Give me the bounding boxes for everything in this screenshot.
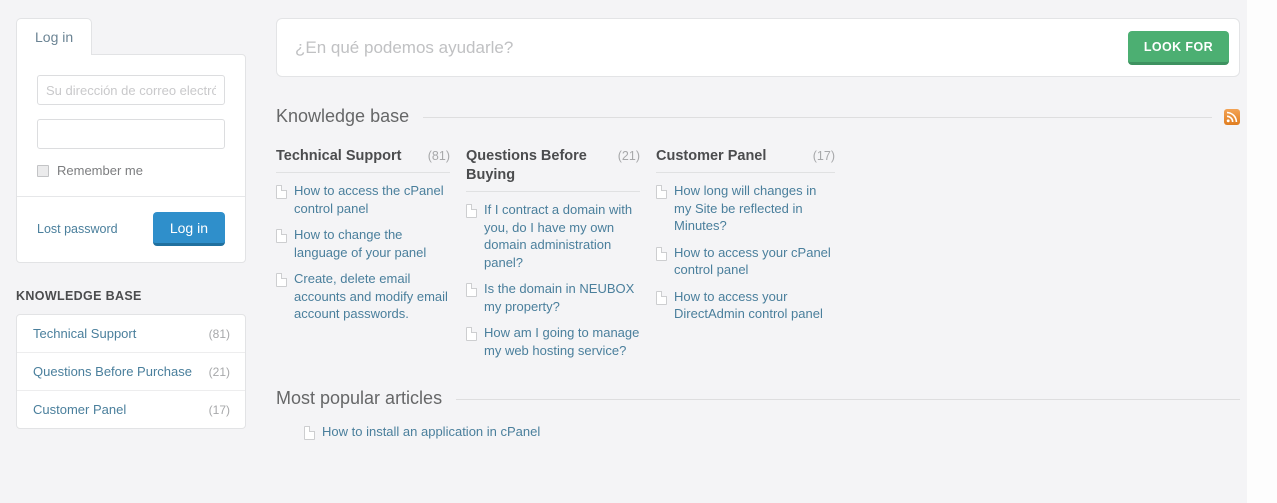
kb-column-divider bbox=[656, 172, 835, 173]
kb-column-count: (17) bbox=[812, 149, 835, 163]
kb-article-label: How am I going to manage my web hosting … bbox=[484, 325, 640, 358]
popular-article-list: How to install an application in cPanel bbox=[276, 423, 1240, 441]
search-input[interactable] bbox=[291, 37, 1128, 58]
sidebar-item-count: (17) bbox=[208, 402, 230, 417]
document-icon bbox=[466, 283, 477, 297]
list-item[interactable]: How am I going to manage my web hosting … bbox=[466, 324, 640, 359]
list-item[interactable]: How to install an application in cPanel bbox=[304, 423, 1240, 441]
page-title: Knowledge base bbox=[276, 106, 410, 126]
search-button[interactable]: LOOK FOR bbox=[1127, 30, 1229, 65]
list-item[interactable]: Create, delete email accounts and modify… bbox=[276, 270, 450, 323]
rss-icon[interactable] bbox=[1224, 108, 1240, 125]
main-content: LOOK FOR Knowledge base Technical Suppor… bbox=[276, 18, 1240, 450]
popular-section-title: Most popular articles bbox=[276, 388, 443, 408]
kb-column-header[interactable]: Technical Support (81) bbox=[276, 147, 466, 166]
popular-section-header: Most popular articles bbox=[276, 388, 1240, 409]
sidebar-item-questions-before-purchase[interactable]: Questions Before Purchase (21) bbox=[17, 353, 245, 391]
kb-article-label: How to install an application in cPanel bbox=[322, 424, 541, 439]
sidebar-item-technical-support[interactable]: Technical Support (81) bbox=[17, 315, 245, 353]
list-item[interactable]: If I contract a domain with you, do I ha… bbox=[466, 201, 640, 271]
sidebar-heading: KNOWLEDGE BASE bbox=[16, 289, 142, 303]
document-icon bbox=[656, 290, 667, 305]
list-item[interactable]: Is the domain in NEUBOX my property? bbox=[466, 280, 640, 315]
header-divider bbox=[423, 117, 1212, 118]
document-icon bbox=[304, 426, 315, 440]
kb-column-title: Customer Panel bbox=[656, 148, 767, 164]
list-item[interactable]: How to access your cPanel control panel bbox=[656, 244, 835, 279]
sidebar-item-label: Questions Before Purchase bbox=[33, 364, 192, 379]
sidebar-item-count: (21) bbox=[208, 364, 230, 379]
popular-divider bbox=[456, 399, 1240, 400]
list-item[interactable]: How to access your DirectAdmin control p… bbox=[656, 288, 835, 323]
kb-article-label: How to change the language of your panel bbox=[294, 227, 427, 260]
knowledge-base-columns: Technical Support (81) How to access the… bbox=[276, 147, 1240, 368]
document-icon bbox=[276, 229, 287, 243]
sidebar: Log in Remember me Lost password Log in … bbox=[16, 18, 246, 429]
document-icon bbox=[656, 185, 667, 199]
remember-me-checkbox[interactable] bbox=[37, 164, 49, 177]
sidebar-item-label: Customer Panel bbox=[33, 402, 127, 417]
tab-login[interactable]: Log in bbox=[16, 18, 93, 55]
page-right-gutter bbox=[1247, 0, 1277, 503]
kb-column-title: Questions Before Buying bbox=[466, 148, 587, 183]
kb-article-label: How long will changes in my Site be refl… bbox=[674, 183, 817, 233]
kb-column-divider bbox=[276, 172, 450, 173]
kb-column-count: (21) bbox=[617, 149, 640, 163]
list-item[interactable]: How to change the language of your panel bbox=[276, 226, 450, 261]
document-icon bbox=[276, 273, 287, 287]
login-card: Remember me Lost password Log in bbox=[16, 54, 246, 263]
kb-article-list: If I contract a domain with you, do I ha… bbox=[466, 201, 656, 359]
search-bar: LOOK FOR bbox=[276, 18, 1240, 77]
kb-article-label: Create, delete email accounts and modify… bbox=[294, 271, 448, 321]
kb-column-questions-before-buying: Questions Before Buying (21) If I contra… bbox=[466, 147, 656, 368]
login-form: Remember me bbox=[17, 55, 245, 196]
login-button[interactable]: Log in bbox=[152, 211, 225, 246]
document-icon bbox=[466, 204, 477, 218]
login-card-footer: Lost password Log in bbox=[17, 196, 245, 262]
kb-column-customer-panel: Customer Panel (17) How long will change… bbox=[656, 147, 851, 368]
document-icon bbox=[276, 185, 287, 199]
document-icon bbox=[656, 246, 667, 261]
kb-article-label: Is the domain in NEUBOX my property? bbox=[484, 281, 635, 314]
remember-me-label: Remember me bbox=[57, 163, 143, 178]
kb-column-divider bbox=[466, 191, 640, 192]
remember-me-row[interactable]: Remember me bbox=[37, 163, 225, 178]
kb-column-count: (81) bbox=[427, 149, 450, 163]
sidebar-knowledge-base-list: Technical Support (81) Questions Before … bbox=[16, 314, 246, 429]
sidebar-item-label: Technical Support bbox=[33, 326, 137, 341]
kb-column-header[interactable]: Questions Before Buying (21) bbox=[466, 147, 656, 185]
kb-article-label: How to access your DirectAdmin control p… bbox=[674, 288, 823, 322]
list-item[interactable]: How long will changes in my Site be refl… bbox=[656, 182, 835, 235]
login-tab-strip: Log in bbox=[16, 18, 246, 55]
kb-column-title: Technical Support bbox=[276, 148, 402, 164]
list-item[interactable]: How to access the cPanel control panel bbox=[276, 182, 450, 217]
most-popular-articles-section: Most popular articles How to install an … bbox=[276, 388, 1240, 441]
kb-article-list: How to access the cPanel control panel H… bbox=[276, 182, 466, 323]
kb-article-label: How to access your cPanel control panel bbox=[674, 244, 831, 278]
email-field[interactable] bbox=[37, 75, 225, 105]
document-icon bbox=[466, 327, 477, 341]
knowledge-base-section-header: Knowledge base bbox=[276, 106, 1240, 127]
lost-password-link[interactable]: Lost password bbox=[37, 222, 118, 236]
password-field[interactable] bbox=[37, 119, 225, 149]
kb-article-label: If I contract a domain with you, do I ha… bbox=[484, 202, 633, 270]
kb-column-header[interactable]: Customer Panel (17) bbox=[656, 147, 851, 166]
sidebar-item-count: (81) bbox=[208, 326, 230, 341]
kb-column-technical-support: Technical Support (81) How to access the… bbox=[276, 147, 466, 368]
kb-article-list: How long will changes in my Site be refl… bbox=[656, 182, 851, 323]
sidebar-item-customer-panel[interactable]: Customer Panel (17) bbox=[17, 391, 245, 428]
kb-article-label: How to access the cPanel control panel bbox=[294, 183, 444, 216]
